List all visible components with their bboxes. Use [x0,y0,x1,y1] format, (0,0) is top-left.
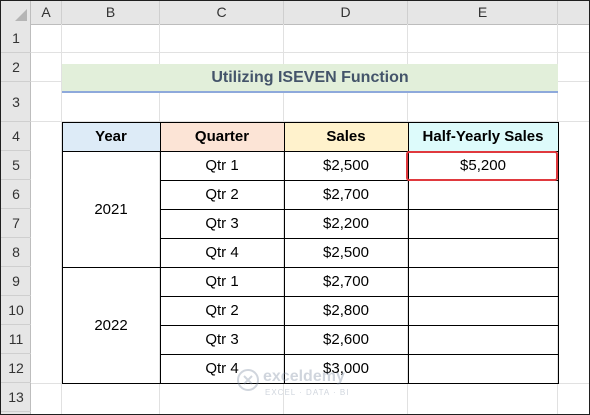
quarter-cell[interactable]: Qtr 1 [160,267,284,296]
sales-cell[interactable]: $2,200 [284,209,408,238]
header-quarter[interactable]: Quarter [160,122,284,151]
row-header-5[interactable]: 5 [1,151,31,180]
row-header-7[interactable]: 7 [1,209,31,238]
row-header-6[interactable]: 6 [1,180,31,209]
row-header-1[interactable]: 1 [1,24,31,53]
quarter-cell[interactable]: Qtr 4 [160,238,284,267]
sales-cell[interactable]: $2,700 [284,180,408,209]
sales-cell[interactable]: $2,800 [284,296,408,325]
table-border [558,122,559,384]
half-yearly-cell[interactable] [408,238,558,267]
year-cell-2022[interactable]: 2022 [62,267,160,383]
table-border [62,122,63,384]
half-yearly-cell[interactable] [408,209,558,238]
table-border [160,296,559,297]
half-yearly-cell[interactable] [408,267,558,296]
row-header-8[interactable]: 8 [1,238,31,267]
table-border [160,354,559,355]
quarter-cell[interactable]: Qtr 2 [160,296,284,325]
column-header-e[interactable]: E [408,1,558,24]
table-border [160,238,559,239]
exceldemy-logo-icon [237,369,259,391]
half-yearly-cell[interactable] [408,354,558,383]
table-border [62,267,559,268]
half-yearly-cell[interactable] [408,325,558,354]
row-header-12[interactable]: 12 [1,354,31,383]
gridline [31,52,589,53]
quarter-cell[interactable]: Qtr 1 [160,151,284,180]
table-border [160,122,161,384]
table-border [160,209,559,210]
half-yearly-cell[interactable] [408,296,558,325]
sales-cell[interactable]: $2,500 [284,151,408,180]
year-cell-2021[interactable]: 2021 [62,151,160,267]
select-all-corner[interactable] [1,1,31,24]
sales-cell[interactable]: $2,700 [284,267,408,296]
header-sales[interactable]: Sales [284,122,408,151]
column-header-a[interactable]: A [31,1,62,24]
watermark-name: exceldemy [263,368,345,385]
table-border [284,122,285,384]
sales-cell[interactable]: $2,600 [284,325,408,354]
spreadsheet-window: A B C D E 1 2 3 4 5 6 7 8 9 10 11 12 13 … [0,0,590,415]
selected-cell-highlight [406,151,558,181]
table-border [160,325,559,326]
row-header-bar: 1 2 3 4 5 6 7 8 9 10 11 12 13 [1,24,31,414]
quarter-cell[interactable]: Qtr 2 [160,180,284,209]
column-header-d[interactable]: D [284,1,408,24]
table-border [62,122,559,123]
row-header-13[interactable]: 13 [1,383,31,412]
quarter-cell[interactable]: Qtr 3 [160,209,284,238]
row-header-3[interactable]: 3 [1,82,31,122]
watermark-tagline: EXCEL · DATA · BI [265,388,350,397]
row-header-11[interactable]: 11 [1,325,31,354]
column-header-c[interactable]: C [160,1,284,24]
row-header-10[interactable]: 10 [1,296,31,325]
watermark: exceldemy EXCEL · DATA · BI [237,367,387,403]
header-year[interactable]: Year [62,122,160,151]
row-header-4[interactable]: 4 [1,122,31,151]
row-header-9[interactable]: 9 [1,267,31,296]
row-header-2[interactable]: 2 [1,53,31,82]
column-header-b[interactable]: B [62,1,160,24]
quarter-cell[interactable]: Qtr 3 [160,325,284,354]
header-half-yearly-sales[interactable]: Half-Yearly Sales [408,122,558,151]
sales-cell[interactable]: $2,500 [284,238,408,267]
half-yearly-cell[interactable] [408,180,558,209]
sheet-title: Utilizing ISEVEN Function [62,64,558,93]
column-header-bar: A B C D E [1,1,589,25]
